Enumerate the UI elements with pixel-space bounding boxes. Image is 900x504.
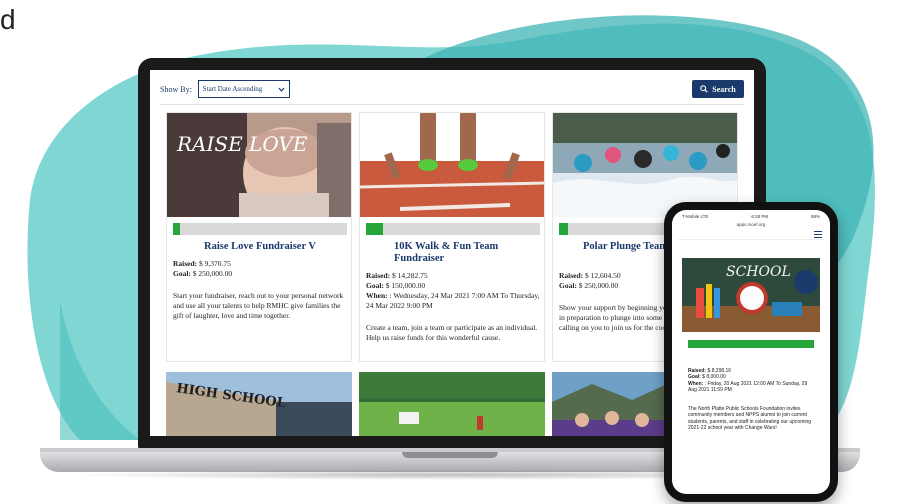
marketing-scene: d Show By: Start Date Ascending Search R… (0, 0, 900, 504)
raised-value: $ 14,282.75 (392, 271, 428, 280)
sort-select[interactable]: Start Date Ascending (197, 80, 290, 98)
goal-amount: Goal: $ 250,000.00 (173, 269, 349, 279)
raised-value: $ 9,370.75 (199, 259, 231, 268)
sort-control: Show By: Start Date Ascending (160, 80, 290, 98)
laptop-notch (402, 452, 498, 458)
phone-campaign-stats: Raised: $ 8,298.16 Goal: $ 8,000.00 When… (688, 368, 816, 394)
when-label: When: (366, 291, 388, 300)
goal-label: Goal: (559, 281, 577, 290)
campaign-image: HIGH SCHOOL (166, 372, 352, 436)
partial-heading-text: d (0, 4, 16, 35)
when-value: : Wednesday, 24 Mar 2021 7:00 AM To Thur… (366, 291, 540, 310)
raised-value: $ 8,298.16 (707, 368, 732, 374)
goal-value: $ 150,000.00 (385, 281, 426, 290)
phone-screen: T-Mobile LTE 6:28 PM 58% apps.rsoef.org … (672, 210, 830, 494)
campaign-stats: Raised: $ 14,282.75 Goal: $ 150,000.00 W… (366, 271, 542, 311)
status-time: 6:28 PM (751, 213, 769, 219)
phone-status-bar: T-Mobile LTE 6:28 PM 58% (672, 210, 830, 222)
campaign-description: Create a team, join a team or participat… (366, 323, 538, 342)
event-when: When: : Friday, 20 Aug 2021 12:00 AM To … (688, 381, 816, 394)
campaign-image: RAISE LOVE (167, 113, 351, 217)
raised-value: $ 12,604.50 (585, 271, 621, 280)
goal-amount: Goal: $ 150,000.00 (366, 281, 542, 291)
goal-label: Goal: (173, 269, 191, 278)
campaign-stats: Raised: $ 9,370.75 Goal: $ 250,000.00 (173, 259, 349, 279)
goal-value: $ 8,000.00 (702, 374, 726, 381)
toolbar: Show By: Start Date Ascending Search (160, 78, 744, 100)
chevron-down-icon (278, 87, 285, 92)
battery-label: 58% (810, 213, 820, 219)
campaign-description: Start your fundraiser, reach out to your… (173, 291, 344, 320)
show-by-label: Show By: (160, 84, 192, 94)
phone-site-header (678, 230, 824, 240)
progress-bar (366, 223, 540, 235)
campaign-title[interactable]: Raise Love Fundraiser V (173, 241, 347, 253)
sort-select-value: Start Date Ascending (202, 85, 263, 93)
progress-fill (366, 223, 384, 235)
raise-love-image-text: RAISE LOVE (176, 132, 308, 156)
progress-bar (173, 223, 347, 235)
campaign-image (359, 372, 545, 436)
toolbar-divider (160, 104, 744, 105)
goal-label: Goal: (366, 281, 384, 290)
when-value: : Friday, 20 Aug 2021 12:00 AM To Sunday… (688, 380, 808, 394)
school-image-text: SCHOOL (726, 264, 791, 280)
campaign-image (360, 113, 544, 217)
raised-amount: Raised: $ 14,282.75 (366, 271, 542, 281)
raised-label: Raised: (688, 368, 707, 374)
raised-label: Raised: (366, 271, 391, 280)
goal-value: $ 250,000.00 (578, 281, 619, 290)
search-icon (700, 85, 708, 93)
campaign-title[interactable]: 10K Walk & Fun Team Fundraiser (366, 241, 540, 265)
goal-value: $ 250,000.00 (192, 269, 233, 278)
campaign-card-partial[interactable] (359, 372, 545, 436)
campaign-card[interactable]: 10K Walk & Fun Team Fundraiser Raised: $… (359, 112, 545, 362)
phone-progress-bar (688, 340, 814, 348)
search-button[interactable]: Search (692, 80, 744, 98)
raised-amount: Raised: $ 9,370.75 (173, 259, 349, 269)
goal-label: Goal: (688, 374, 701, 381)
raised-label: Raised: (559, 271, 584, 280)
menu-icon[interactable] (814, 231, 822, 238)
when-label: When: (688, 380, 704, 387)
search-button-label: Search (712, 84, 736, 94)
progress-fill (173, 223, 180, 235)
campaign-card-partial[interactable]: HIGH SCHOOL (166, 372, 352, 436)
url-bar[interactable]: apps.rsoef.org (672, 222, 830, 230)
event-when: When: : Wednesday, 24 Mar 2021 7:00 AM T… (366, 291, 542, 311)
campaign-card[interactable]: RAISE LOVE Raise Love Fundraiser V Raise… (166, 112, 352, 362)
progress-fill (559, 223, 568, 235)
carrier-label: T-Mobile LTE (682, 213, 709, 219)
raised-label: Raised: (173, 259, 198, 268)
phone-campaign-description: The North Platte Public Schools Foundati… (688, 406, 812, 432)
campaign-image: SCHOOL (682, 258, 820, 332)
